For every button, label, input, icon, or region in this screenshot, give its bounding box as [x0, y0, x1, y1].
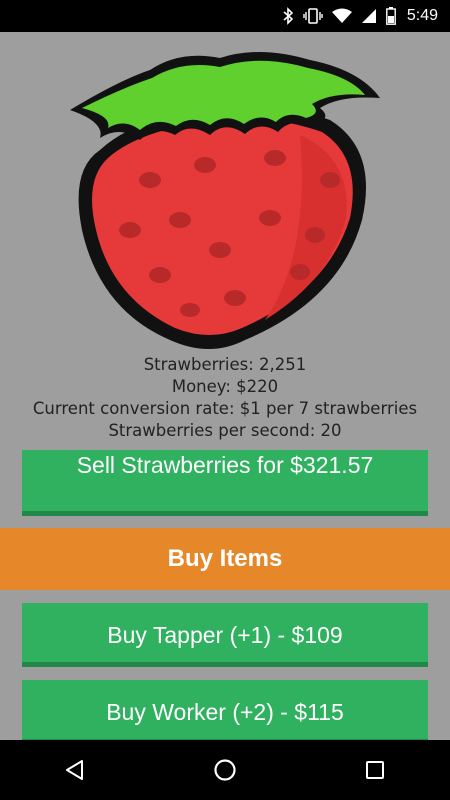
buy-worker-button[interactable]: Buy Worker (+2) - $115	[22, 680, 428, 740]
money-amount: Money: $220	[171, 377, 279, 396]
status-time: 5:49	[406, 7, 438, 24]
status-bar: 5:49	[0, 0, 450, 32]
battery-icon	[385, 7, 396, 25]
home-icon[interactable]	[195, 740, 255, 800]
wifi-icon	[331, 8, 352, 24]
navigation-bar	[0, 740, 450, 800]
stats-panel: Strawberries: 2,251 Money: $220 Current …	[0, 354, 450, 442]
conversion-rate: Current conversion rate: $1 per 7 strawb…	[32, 399, 418, 418]
vibrate-icon	[303, 7, 323, 25]
bluetooth-icon	[282, 7, 294, 25]
strawberries-count: Strawberries: 2,251	[143, 355, 307, 374]
buy-items-header: Buy Items	[0, 528, 450, 590]
back-icon[interactable]	[45, 740, 105, 800]
game-screen: Strawberries: 2,251 Money: $220 Current …	[0, 32, 450, 740]
recents-icon[interactable]	[345, 740, 405, 800]
buy-tapper-button[interactable]: Buy Tapper (+1) - $109	[22, 603, 428, 667]
strawberries-per-second: Strawberries per second: 20	[108, 421, 342, 440]
signal-icon	[361, 8, 377, 24]
sell-button[interactable]: Sell Strawberries for $321.57	[22, 450, 428, 516]
strawberry-image[interactable]	[60, 40, 390, 360]
